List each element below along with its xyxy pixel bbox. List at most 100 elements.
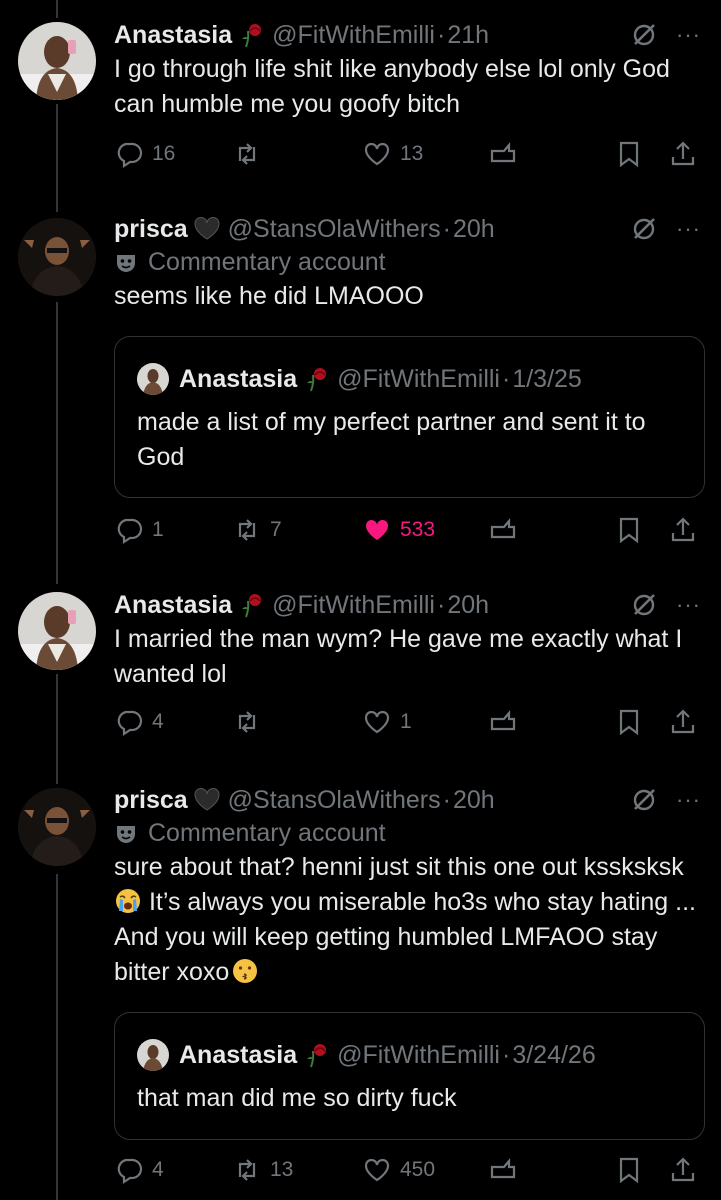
like-button[interactable]: 450 <box>362 1152 435 1188</box>
rose-emoji <box>307 1044 327 1068</box>
display-name[interactable]: prisca <box>114 215 188 244</box>
reply-icon <box>117 518 143 545</box>
bookmark-button[interactable] <box>614 136 644 172</box>
display-name[interactable]: prisca <box>114 786 188 815</box>
crying-emoji <box>116 889 140 913</box>
reply-count: 16 <box>152 142 176 165</box>
action-bar: 16 13 <box>114 136 703 172</box>
repost-icon <box>238 711 256 733</box>
action-bar: 4 13 450 <box>114 1152 703 1188</box>
tweet-text: seems like he did LMAOOO <box>114 282 424 310</box>
reply-button[interactable]: 1 <box>114 512 164 548</box>
like-button[interactable]: 1 <box>362 704 412 740</box>
quote-avatar <box>137 1039 169 1071</box>
repost-button[interactable] <box>232 704 270 740</box>
views-icon <box>490 709 516 731</box>
quote-header: Anastasia @FitWithEmilli · 1/3/25 <box>115 361 704 397</box>
more-icon[interactable]: ··· <box>676 218 701 240</box>
handle[interactable]: @StansOlaWithers <box>228 215 441 244</box>
label-text: Commentary account <box>148 819 386 847</box>
rose-emoji <box>242 24 262 48</box>
handle[interactable]: @FitWithEmilli <box>272 591 435 620</box>
quoted-tweet[interactable]: Anastasia @FitWithEmilli · 1/3/25 made a… <box>114 336 705 498</box>
share-button[interactable] <box>668 136 698 172</box>
timestamp[interactable]: 21h <box>447 21 489 50</box>
quoted-tweet[interactable]: Anastasia @FitWithEmilli · 3/24/26 that … <box>114 1012 705 1140</box>
repost-icon <box>238 143 256 165</box>
views-icon <box>490 1157 516 1179</box>
avatar[interactable] <box>18 592 96 670</box>
views-button[interactable] <box>488 1152 518 1188</box>
quote-display-name: Anastasia <box>179 364 298 393</box>
more-icon[interactable]: ··· <box>676 789 701 811</box>
tweet-text: I married the man wym? He gave me exactl… <box>114 625 683 688</box>
like-icon <box>365 519 389 540</box>
reply-button[interactable]: 16 <box>114 136 175 172</box>
share-button[interactable] <box>668 704 698 740</box>
thread-line-2 <box>56 302 58 584</box>
bookmark-button[interactable] <box>614 512 644 548</box>
repost-button[interactable] <box>232 136 270 172</box>
grok-icon[interactable] <box>630 786 658 814</box>
like-count: 1 <box>400 710 412 733</box>
timestamp[interactable]: 20h <box>453 215 495 244</box>
like-button[interactable]: 13 <box>362 136 423 172</box>
rose-emoji <box>307 368 327 392</box>
like-icon <box>364 710 390 734</box>
reply-button[interactable]: 4 <box>114 1152 164 1188</box>
like-count: 533 <box>400 518 436 541</box>
quote-avatar <box>137 363 169 395</box>
display-name[interactable]: Anastasia <box>114 21 232 50</box>
display-name[interactable]: Anastasia <box>114 591 232 620</box>
bookmark-button[interactable] <box>614 704 644 740</box>
thread-line-1 <box>56 104 58 212</box>
separator-dot: · <box>502 364 511 393</box>
more-icon[interactable]: ··· <box>676 24 701 46</box>
reply-icon <box>117 142 143 169</box>
reply-button[interactable]: 4 <box>114 704 164 740</box>
avatar[interactable] <box>18 788 96 866</box>
separator-dot: · <box>442 214 451 243</box>
avatar[interactable] <box>18 218 96 296</box>
black-heart-emoji <box>194 788 220 811</box>
repost-count: 7 <box>270 518 282 541</box>
grok-icon[interactable] <box>630 591 658 619</box>
tweet-text-part: sure about that? henni just sit this one… <box>114 853 684 881</box>
rose-emoji <box>242 594 262 618</box>
share-icon <box>671 709 695 734</box>
avatar[interactable] <box>18 22 96 100</box>
handle[interactable]: @StansOlaWithers <box>228 786 441 815</box>
tweet-header: Anastasia @FitWithEmilli · 21h <box>114 20 701 50</box>
like-count: 13 <box>400 142 424 165</box>
views-button[interactable] <box>488 704 518 740</box>
grok-icon[interactable] <box>630 215 658 243</box>
share-button[interactable] <box>668 512 698 548</box>
grok-icon[interactable] <box>630 21 658 49</box>
bookmark-button[interactable] <box>614 1152 644 1188</box>
timestamp[interactable]: 20h <box>453 786 495 815</box>
like-count: 450 <box>400 1158 436 1181</box>
share-button[interactable] <box>668 1152 698 1188</box>
tweet-text: sure about that? henni just sit this one… <box>114 850 701 990</box>
separator-dot: · <box>437 590 446 619</box>
tweet-text: I go through life shit like anybody else… <box>114 55 670 118</box>
timestamp[interactable]: 20h <box>447 591 489 620</box>
handle[interactable]: @FitWithEmilli <box>272 21 435 50</box>
quote-text: made a list of my perfect partner and se… <box>137 408 646 471</box>
views-icon <box>490 517 516 539</box>
views-button[interactable] <box>488 136 518 172</box>
views-button[interactable] <box>488 512 518 548</box>
bookmark-icon <box>619 141 639 168</box>
quote-text: that man did me so dirty fuck <box>137 1084 457 1112</box>
repost-button[interactable]: 7 <box>232 512 282 548</box>
share-icon <box>671 141 695 166</box>
label-text: Commentary account <box>148 248 386 276</box>
tweet-header: Anastasia @FitWithEmilli · 20h <box>114 590 701 620</box>
more-icon[interactable]: ··· <box>676 594 701 616</box>
bookmark-icon <box>619 709 639 736</box>
separator-dot: · <box>442 785 451 814</box>
like-button[interactable]: 533 <box>362 512 435 548</box>
reply-count: 1 <box>152 518 164 541</box>
reply-count: 4 <box>152 710 164 733</box>
repost-button[interactable]: 13 <box>232 1152 293 1188</box>
